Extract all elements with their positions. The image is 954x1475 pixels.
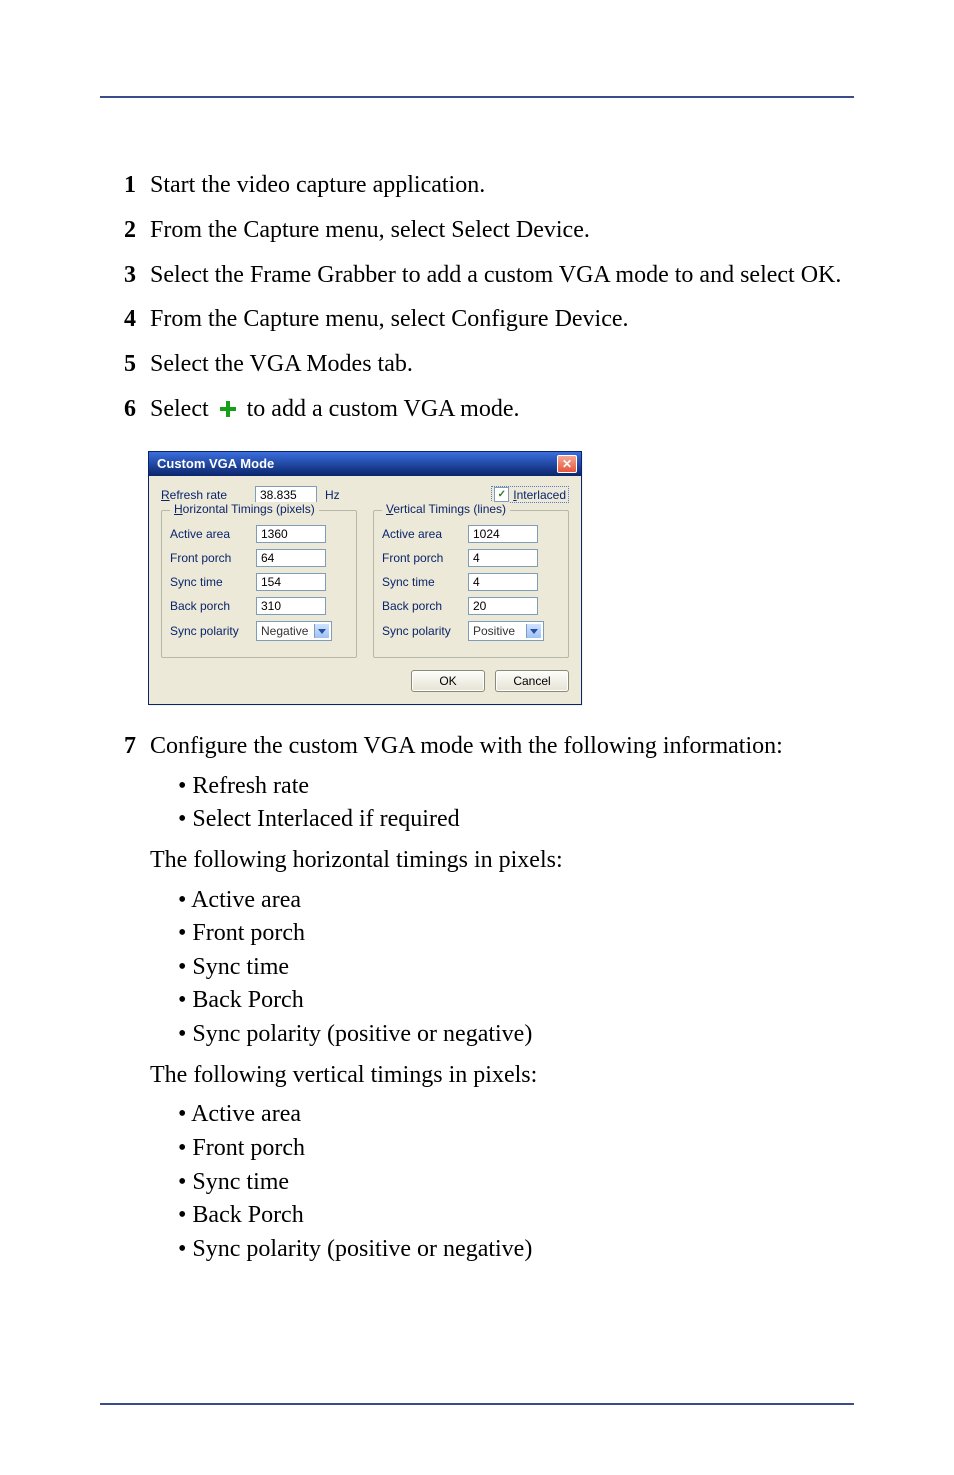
plus-icon — [219, 394, 237, 429]
close-icon[interactable]: ✕ — [557, 455, 577, 473]
step-5: 5 Select the VGA Modes tab. — [100, 347, 854, 382]
step-4: 4 From the Capture menu, select Configur… — [100, 302, 854, 337]
horizontal-timings-group: Horizontal Timings (pixels) Active area … — [161, 510, 357, 658]
cancel-button[interactable]: Cancel — [495, 670, 569, 692]
step7-h-heading: The following horizontal timings in pixe… — [150, 843, 854, 878]
steps-list: 1 Start the video capture application. 2… — [100, 168, 854, 429]
h-back-input[interactable] — [256, 597, 326, 615]
list-item: Back Porch — [178, 1199, 854, 1233]
v-sync-label: Sync time — [382, 575, 462, 589]
hz-label: Hz — [325, 488, 340, 502]
v-active-label: Active area — [382, 527, 462, 541]
list-item: Sync polarity (positive or negative) — [178, 1233, 854, 1267]
v-front-input[interactable] — [468, 549, 538, 567]
step-6: 6 Select to add a custom VGA mode. — [100, 392, 854, 429]
step7-v-heading: The following vertical timings in pixels… — [150, 1058, 854, 1093]
v-active-input[interactable] — [468, 525, 538, 543]
h-polarity-row: Sync polarity Negative — [170, 621, 348, 641]
step-text: From the Capture menu, select Configure … — [150, 302, 854, 337]
h-front-input[interactable] — [256, 549, 326, 567]
v-sync-input[interactable] — [468, 573, 538, 591]
custom-vga-mode-dialog: Custom VGA Mode ✕ Refresh rate Hz ✓ Inte… — [148, 451, 582, 705]
page: 1 Start the video capture application. 2… — [0, 0, 954, 1475]
v-front-label: Front porch — [382, 551, 462, 565]
h-sync-label: Sync time — [170, 575, 250, 589]
dialog-body: Refresh rate Hz ✓ Interlaced Horizontal … — [149, 476, 581, 704]
step7-intro: Configure the custom VGA mode with the f… — [150, 733, 783, 759]
v-polarity-label: Sync polarity — [382, 624, 462, 638]
h-front-label: Front porch — [170, 551, 250, 565]
v-back-label: Back porch — [382, 599, 462, 613]
horizontal-timings-title: Horizontal Timings (pixels) — [170, 502, 319, 516]
ok-button[interactable]: OK — [411, 670, 485, 692]
v-sync-row: Sync time — [382, 573, 560, 591]
h-active-label: Active area — [170, 527, 250, 541]
chevron-down-icon — [318, 629, 326, 634]
step-number: 5 — [100, 347, 150, 382]
dialog-button-row: OK Cancel — [161, 670, 569, 692]
footer-rule — [100, 1403, 854, 1405]
step7-v-bullets: Active area Front porch Sync time Back P… — [178, 1098, 854, 1266]
v-polarity-row: Sync polarity Positive — [382, 621, 560, 641]
step-text: Select the VGA Modes tab. — [150, 347, 854, 382]
dialog-title: Custom VGA Mode — [157, 456, 274, 471]
chevron-down-icon — [530, 629, 538, 634]
step6-pre: Select — [150, 396, 209, 422]
h-back-row: Back porch — [170, 597, 348, 615]
step-number: 7 — [100, 729, 150, 1273]
list-item: Front porch — [178, 1132, 854, 1166]
h-front-row: Front porch — [170, 549, 348, 567]
step-number: 1 — [100, 168, 150, 203]
step-text: Select to add a custom VGA mode. — [150, 392, 854, 429]
h-sync-input[interactable] — [256, 573, 326, 591]
refresh-rate-label: Refresh rate — [161, 488, 249, 502]
step-number: 4 — [100, 302, 150, 337]
h-back-label: Back porch — [170, 599, 250, 613]
list-item: Sync time — [178, 951, 854, 985]
step-text: From the Capture menu, select Select Dev… — [150, 213, 854, 248]
steps-list-continued: 7 Configure the custom VGA mode with the… — [100, 729, 854, 1273]
v-active-row: Active area — [382, 525, 560, 543]
step-number: 2 — [100, 213, 150, 248]
step-3: 3 Select the Frame Grabber to add a cust… — [100, 258, 854, 293]
step-number: 3 — [100, 258, 150, 293]
step-body: Configure the custom VGA mode with the f… — [150, 729, 854, 1273]
step-number: 6 — [100, 392, 150, 429]
interlaced-checkbox[interactable]: ✓ Interlaced — [491, 486, 569, 503]
step6-post: to add a custom VGA mode. — [247, 396, 520, 422]
list-item: Back Porch — [178, 984, 854, 1018]
vertical-timings-group: Vertical Timings (lines) Active area Fro… — [373, 510, 569, 658]
step-7: 7 Configure the custom VGA mode with the… — [100, 729, 854, 1273]
list-item: Sync polarity (positive or negative) — [178, 1018, 854, 1052]
h-polarity-label: Sync polarity — [170, 624, 250, 638]
v-front-row: Front porch — [382, 549, 560, 567]
list-item: Sync time — [178, 1166, 854, 1200]
step7-h-bullets: Active area Front porch Sync time Back P… — [178, 884, 854, 1052]
checkbox-box: ✓ — [494, 487, 509, 502]
step-text: Select the Frame Grabber to add a custom… — [150, 258, 854, 293]
step-1: 1 Start the video capture application. — [100, 168, 854, 203]
interlaced-label: Interlaced — [513, 488, 566, 502]
timing-columns: Horizontal Timings (pixels) Active area … — [161, 510, 569, 658]
vertical-timings-title: Vertical Timings (lines) — [382, 502, 510, 516]
h-polarity-select[interactable]: Negative — [256, 621, 332, 641]
h-active-input[interactable] — [256, 525, 326, 543]
list-item: Select Interlaced if required — [178, 803, 854, 837]
v-back-row: Back porch — [382, 597, 560, 615]
list-item: Active area — [178, 1098, 854, 1132]
list-item: Refresh rate — [178, 770, 854, 804]
step-2: 2 From the Capture menu, select Select D… — [100, 213, 854, 248]
v-polarity-select[interactable]: Positive — [468, 621, 544, 641]
header-rule — [100, 96, 854, 98]
h-active-row: Active area — [170, 525, 348, 543]
h-sync-row: Sync time — [170, 573, 348, 591]
step7-bullets-1: Refresh rate Select Interlaced if requir… — [178, 770, 854, 837]
dialog-titlebar: Custom VGA Mode ✕ — [149, 452, 581, 476]
list-item: Active area — [178, 884, 854, 918]
list-item: Front porch — [178, 917, 854, 951]
v-back-input[interactable] — [468, 597, 538, 615]
step-text: Start the video capture application. — [150, 168, 854, 203]
